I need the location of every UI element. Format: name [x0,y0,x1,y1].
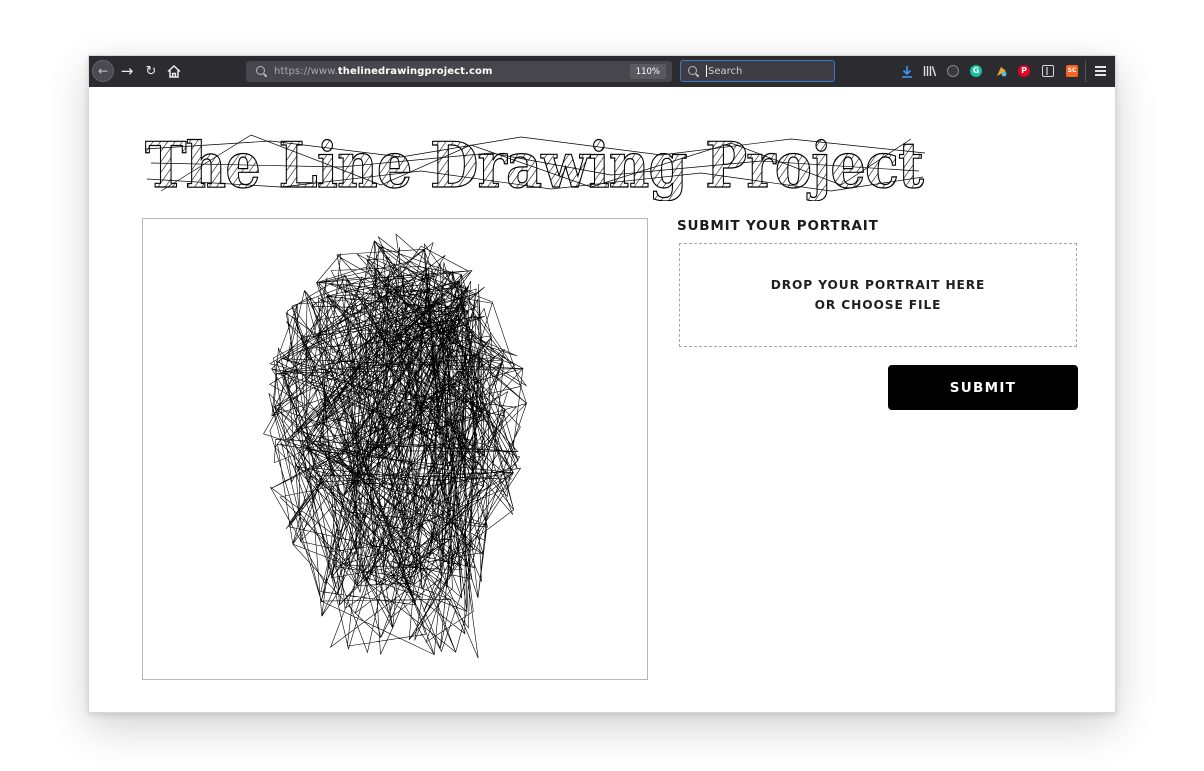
site-logo: The Line Drawing Project [144,127,925,201]
portrait-line-path [263,233,527,659]
url-text: https://www.thelinedrawingproject.com [274,66,492,77]
search-icon [688,65,699,77]
submit-button[interactable]: SUBMIT [888,365,1078,410]
sc-extension-icon[interactable]: SC [1066,65,1078,77]
search-input[interactable] [708,65,828,77]
form-heading: SUBMIT YOUR PORTRAIT [677,218,879,234]
file-dropzone[interactable]: DROP YOUR PORTRAIT HERE OR CHOOSE FILE [679,243,1077,347]
url-prefix: https://www. [274,66,338,77]
page-content: The Line Drawing Project SUBMIT YOUR POR… [89,87,1115,712]
address-bar[interactable]: https://www.thelinedrawingproject.com 11… [246,61,672,82]
dropzone-text-line1: DROP YOUR PORTRAIT HERE [770,278,986,292]
line-drawing-portrait [263,233,527,659]
grammarly-icon[interactable]: G [970,65,982,77]
url-host: thelinedrawingproject.com [337,66,493,77]
forward-arrow-icon[interactable]: → [118,62,136,80]
search-box[interactable] [680,60,835,82]
search-icon [256,66,267,77]
sidebar-icon[interactable] [1042,65,1054,77]
zoom-level-button[interactable]: 110% [629,64,666,79]
download-icon[interactable] [900,64,914,78]
browser-toolbar: ← → ↻ https://www.thelinedrawingproject.… [89,56,1115,87]
text-cursor [706,65,707,77]
dark-circle-extension-icon[interactable] [947,65,959,77]
honey-extension-icon[interactable] [994,64,1008,78]
home-icon[interactable] [165,62,183,80]
pinterest-icon[interactable]: P [1018,65,1030,77]
back-arrow-icon[interactable]: ← [92,60,114,82]
choose-file-link[interactable]: OR CHOOSE FILE [815,295,942,315]
hamburger-menu-icon[interactable] [1095,66,1106,76]
portrait-preview [142,218,648,680]
browser-window: ← → ↻ https://www.thelinedrawingproject.… [88,55,1116,713]
reload-icon[interactable]: ↻ [142,62,160,80]
toolbar-separator [1085,61,1086,82]
library-icon[interactable] [923,64,937,78]
